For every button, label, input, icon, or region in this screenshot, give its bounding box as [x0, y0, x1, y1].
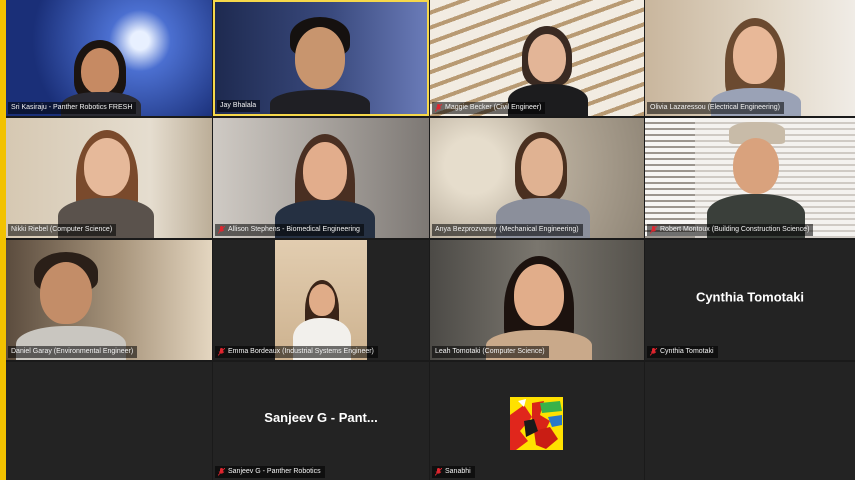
participant-video: [645, 0, 855, 116]
muted-mic-icon: [650, 226, 657, 234]
muted-mic-icon: [650, 348, 657, 356]
participant-video: [6, 240, 212, 360]
profile-picture-avatar: [510, 397, 563, 450]
participant-video: [215, 2, 427, 114]
video-tile[interactable]: Sri Kasiraju - Panther Robotics FRESH: [6, 0, 212, 116]
participant-video: [430, 0, 644, 116]
participant-display-name: Sanjeev G - Pant...: [264, 409, 378, 425]
video-tile[interactable]: Daniel Garay (Environmental Engineer): [6, 240, 212, 360]
video-tile[interactable]: Robert Montoux (Building Construction Sc…: [645, 118, 855, 238]
video-tile[interactable]: Leah Tomotaki (Computer Science): [430, 240, 644, 360]
participant-name-label: Sanabhi: [432, 466, 475, 478]
video-tile[interactable]: Anya Bezprozvanny (Mechanical Engineerin…: [430, 118, 644, 238]
muted-mic-icon: [218, 226, 225, 234]
participant-video: [430, 118, 644, 238]
participant-video: [213, 118, 429, 238]
participant-name-label: Maggie Becker (Civil Engineer): [432, 102, 546, 114]
participant-video: [6, 0, 212, 116]
participant-name-label: Olivia Lazaressou (Electrical Engineerin…: [647, 102, 784, 114]
video-tile[interactable]: Maggie Becker (Civil Engineer): [430, 0, 644, 116]
participant-name-label: Allison Stephens - Biomedical Engineerin…: [215, 224, 364, 236]
muted-mic-icon: [435, 468, 442, 476]
video-tile[interactable]: Allison Stephens - Biomedical Engineerin…: [213, 118, 429, 238]
video-tile-camera-off[interactable]: Sanjeev G - Pant... Sanjeev G - Panther …: [213, 362, 429, 480]
muted-mic-icon: [218, 348, 225, 356]
participant-name-label: Emma Bordeaux (Industrial Systems Engine…: [215, 346, 378, 358]
gallery-view: Sri Kasiraju - Panther Robotics FRESH Ja…: [0, 0, 855, 480]
participant-video: [275, 240, 367, 360]
video-tile-camera-off[interactable]: Sanabhi: [430, 362, 644, 480]
participant-name-label: Anya Bezprozvanny (Mechanical Engineerin…: [432, 224, 583, 236]
empty-tile: [6, 362, 212, 480]
participant-name-label: Jay Bhalala: [217, 100, 261, 112]
participant-video: [645, 118, 855, 238]
participant-name-label: Sri Kasiraju - Panther Robotics FRESH: [8, 102, 137, 114]
empty-tile: [645, 362, 855, 480]
participant-video: [430, 240, 644, 360]
video-tile[interactable]: Nikki Riebel (Computer Science): [6, 118, 212, 238]
participant-name-label: Leah Tomotaki (Computer Science): [432, 346, 549, 358]
muted-mic-icon: [218, 468, 225, 476]
participant-name-label: Daniel Garay (Environmental Engineer): [8, 346, 138, 358]
participant-name-label: Sanjeev G - Panther Robotics: [215, 466, 325, 478]
video-tile-active-speaker[interactable]: Jay Bhalala: [213, 0, 429, 116]
participant-video: [6, 118, 212, 238]
video-tile[interactable]: Olivia Lazaressou (Electrical Engineerin…: [645, 0, 855, 116]
participant-name-label: Cynthia Tomotaki: [647, 346, 718, 358]
participant-display-name: Cynthia Tomotaki: [695, 289, 805, 305]
video-tile[interactable]: Emma Bordeaux (Industrial Systems Engine…: [213, 240, 429, 360]
participant-name-label: Robert Montoux (Building Construction Sc…: [647, 224, 814, 236]
participant-name-label: Nikki Riebel (Computer Science): [8, 224, 117, 236]
video-tile-camera-off[interactable]: Cynthia Tomotaki Cynthia Tomotaki: [645, 240, 855, 360]
muted-mic-icon: [435, 104, 442, 112]
